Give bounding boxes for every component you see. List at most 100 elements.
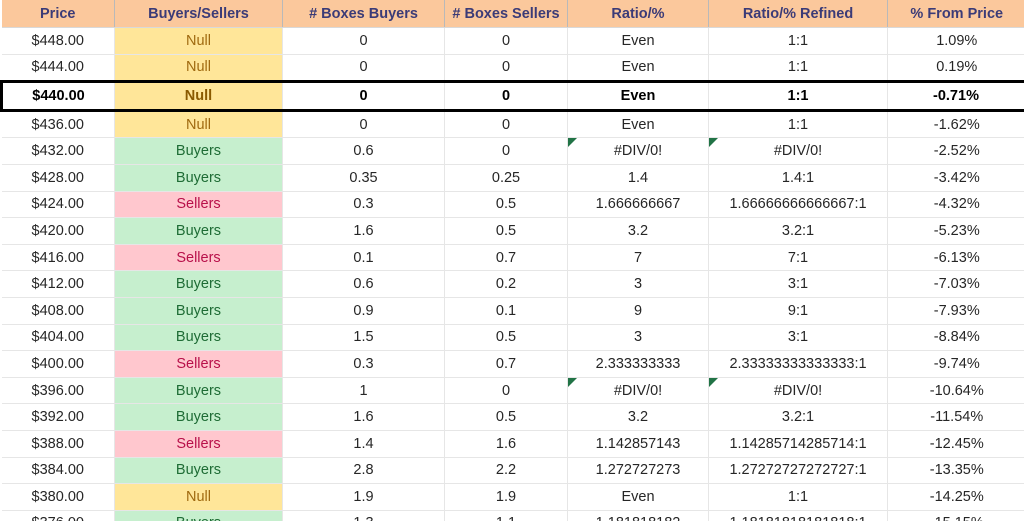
cell-boxes_sellers[interactable]: 0.1 [444, 297, 568, 325]
cell-ratio_refined[interactable]: 1:1 [708, 110, 888, 139]
column-header-ratio_pct[interactable]: Ratio/% [567, 0, 709, 28]
table-row[interactable]: $436.00 Null 0 0 Even 1:1 -1.62% [1, 110, 1024, 139]
cell-boxes_buyers[interactable]: 0.9 [282, 297, 445, 325]
cell-price[interactable]: $432.00 [1, 137, 115, 165]
column-header-pct_from_price[interactable]: % From Price [887, 0, 1024, 28]
cell-buyers_sellers[interactable]: Buyers [114, 297, 283, 325]
cell-buyers_sellers[interactable]: Sellers [114, 191, 283, 219]
cell-boxes_buyers[interactable]: 1.6 [282, 403, 445, 431]
table-row[interactable]: $444.00 Null 0 0 Even 1:1 0.19% [1, 54, 1024, 83]
cell-price[interactable]: $436.00 [1, 110, 115, 139]
cell-buyers_sellers[interactable]: Null [114, 80, 283, 112]
cell-boxes_sellers[interactable]: 0 [444, 110, 568, 139]
cell-buyers_sellers[interactable]: Buyers [114, 324, 283, 352]
cell-ratio_refined[interactable]: 3:1 [708, 270, 888, 298]
cell-boxes_buyers[interactable]: 1.5 [282, 324, 445, 352]
cell-ratio_refined[interactable]: #DIV/0! [708, 377, 888, 405]
cell-ratio_refined[interactable]: 1.18181818181818:1 [708, 510, 888, 521]
cell-price[interactable]: $404.00 [1, 324, 115, 352]
table-row[interactable]: $404.00 Buyers 1.5 0.5 3 3:1 -8.84% [1, 324, 1024, 352]
cell-boxes_sellers[interactable]: 0.5 [444, 403, 568, 431]
cell-ratio_refined[interactable]: 7:1 [708, 244, 888, 272]
column-header-boxes_sellers[interactable]: # Boxes Sellers [444, 0, 568, 28]
cell-boxes_sellers[interactable]: 0.7 [444, 350, 568, 378]
cell-pct_from_price[interactable]: -7.93% [887, 297, 1024, 325]
cell-price[interactable]: $376.00 [1, 510, 115, 521]
cell-boxes_sellers[interactable]: 0 [444, 27, 568, 55]
cell-pct_from_price[interactable]: -9.74% [887, 350, 1024, 378]
cell-pct_from_price[interactable]: 1.09% [887, 27, 1024, 55]
cell-boxes_buyers[interactable]: 0.6 [282, 270, 445, 298]
cell-price[interactable]: $408.00 [1, 297, 115, 325]
cell-boxes_buyers[interactable]: 2.8 [282, 457, 445, 485]
cell-boxes_sellers[interactable]: 0 [444, 80, 568, 112]
cell-buyers_sellers[interactable]: Buyers [114, 217, 283, 245]
cell-ratio_pct[interactable]: 1.142857143 [567, 430, 709, 458]
cell-ratio_pct[interactable]: Even [567, 27, 709, 55]
cell-buyers_sellers[interactable]: Sellers [114, 244, 283, 272]
cell-ratio_pct[interactable]: 3.2 [567, 217, 709, 245]
table-row[interactable]: $416.00 Sellers 0.1 0.7 7 7:1 -6.13% [1, 244, 1024, 272]
table-row[interactable]: $412.00 Buyers 0.6 0.2 3 3:1 -7.03% [1, 270, 1024, 298]
cell-boxes_sellers[interactable]: 1.1 [444, 510, 568, 521]
cell-buyers_sellers[interactable]: Null [114, 110, 283, 139]
cell-price[interactable]: $392.00 [1, 403, 115, 431]
cell-ratio_pct[interactable]: #DIV/0! [567, 377, 709, 405]
table-row[interactable]: $388.00 Sellers 1.4 1.6 1.142857143 1.1428571… [1, 430, 1024, 458]
cell-price[interactable]: $424.00 [1, 191, 115, 219]
table-row[interactable]: $400.00 Sellers 0.3 0.7 2.333333333 2.3333333… [1, 350, 1024, 378]
cell-pct_from_price[interactable]: -8.84% [887, 324, 1024, 352]
table-row[interactable]: $428.00 Buyers 0.35 0.25 1.4 1.4:1 -3.42% [1, 164, 1024, 192]
cell-boxes_sellers[interactable]: 1.9 [444, 483, 568, 511]
cell-ratio_pct[interactable]: Even [567, 54, 709, 83]
cell-ratio_pct[interactable]: 2.333333333 [567, 350, 709, 378]
cell-boxes_buyers[interactable]: 0.35 [282, 164, 445, 192]
cell-ratio_pct[interactable]: 1.4 [567, 164, 709, 192]
cell-ratio_pct[interactable]: 9 [567, 297, 709, 325]
cell-ratio_refined[interactable]: 1.14285714285714:1 [708, 430, 888, 458]
cell-ratio_pct[interactable]: Even [567, 110, 709, 139]
cell-ratio_pct[interactable]: 7 [567, 244, 709, 272]
cell-ratio_refined[interactable]: 1.66666666666667:1 [708, 191, 888, 219]
cell-pct_from_price[interactable]: -10.64% [887, 377, 1024, 405]
cell-boxes_buyers[interactable]: 1.4 [282, 430, 445, 458]
cell-buyers_sellers[interactable]: Sellers [114, 430, 283, 458]
table-row[interactable]: $420.00 Buyers 1.6 0.5 3.2 3.2:1 -5.23% [1, 217, 1024, 245]
cell-boxes_sellers[interactable]: 0.5 [444, 217, 568, 245]
cell-ratio_refined[interactable]: 1:1 [708, 27, 888, 55]
cell-boxes_buyers[interactable]: 1.9 [282, 483, 445, 511]
table-row[interactable]: $392.00 Buyers 1.6 0.5 3.2 3.2:1 -11.54% [1, 403, 1024, 431]
cell-boxes_buyers[interactable]: 0 [282, 27, 445, 55]
cell-ratio_refined[interactable]: 3.2:1 [708, 217, 888, 245]
cell-buyers_sellers[interactable]: Buyers [114, 137, 283, 165]
cell-ratio_pct[interactable]: 1.272727273 [567, 457, 709, 485]
cell-buyers_sellers[interactable]: Null [114, 483, 283, 511]
table-row[interactable]: $432.00 Buyers 0.6 0 #DIV/0! #DIV/0! -2.52% [1, 137, 1024, 165]
cell-pct_from_price[interactable]: -6.13% [887, 244, 1024, 272]
cell-ratio_pct[interactable]: Even [567, 80, 709, 112]
cell-pct_from_price[interactable]: -13.35% [887, 457, 1024, 485]
cell-boxes_buyers[interactable]: 1.3 [282, 510, 445, 521]
table-row[interactable]: $440.00 Null 0 0 Even 1:1 -0.71% [0, 80, 1024, 112]
cell-pct_from_price[interactable]: -2.52% [887, 137, 1024, 165]
column-header-boxes_buyers[interactable]: # Boxes Buyers [282, 0, 445, 28]
cell-ratio_refined[interactable]: 1:1 [708, 483, 888, 511]
cell-pct_from_price[interactable]: -12.45% [887, 430, 1024, 458]
cell-price[interactable]: $396.00 [1, 377, 115, 405]
cell-boxes_sellers[interactable]: 2.2 [444, 457, 568, 485]
cell-boxes_sellers[interactable]: 1.6 [444, 430, 568, 458]
cell-price[interactable]: $440.00 [0, 80, 115, 112]
cell-pct_from_price[interactable]: -1.62% [887, 110, 1024, 139]
cell-ratio_pct[interactable]: 3.2 [567, 403, 709, 431]
cell-boxes_sellers[interactable]: 0 [444, 54, 568, 83]
cell-ratio_refined[interactable]: 1:1 [708, 80, 888, 112]
cell-buyers_sellers[interactable]: Buyers [114, 457, 283, 485]
cell-ratio_refined[interactable]: #DIV/0! [708, 137, 888, 165]
cell-ratio_pct[interactable]: Even [567, 483, 709, 511]
cell-boxes_sellers[interactable]: 0.7 [444, 244, 568, 272]
cell-buyers_sellers[interactable]: Buyers [114, 403, 283, 431]
cell-boxes_buyers[interactable]: 0 [282, 110, 445, 139]
cell-boxes_buyers[interactable]: 1 [282, 377, 445, 405]
table-row[interactable]: $408.00 Buyers 0.9 0.1 9 9:1 -7.93% [1, 297, 1024, 325]
cell-ratio_pct[interactable]: 1.666666667 [567, 191, 709, 219]
